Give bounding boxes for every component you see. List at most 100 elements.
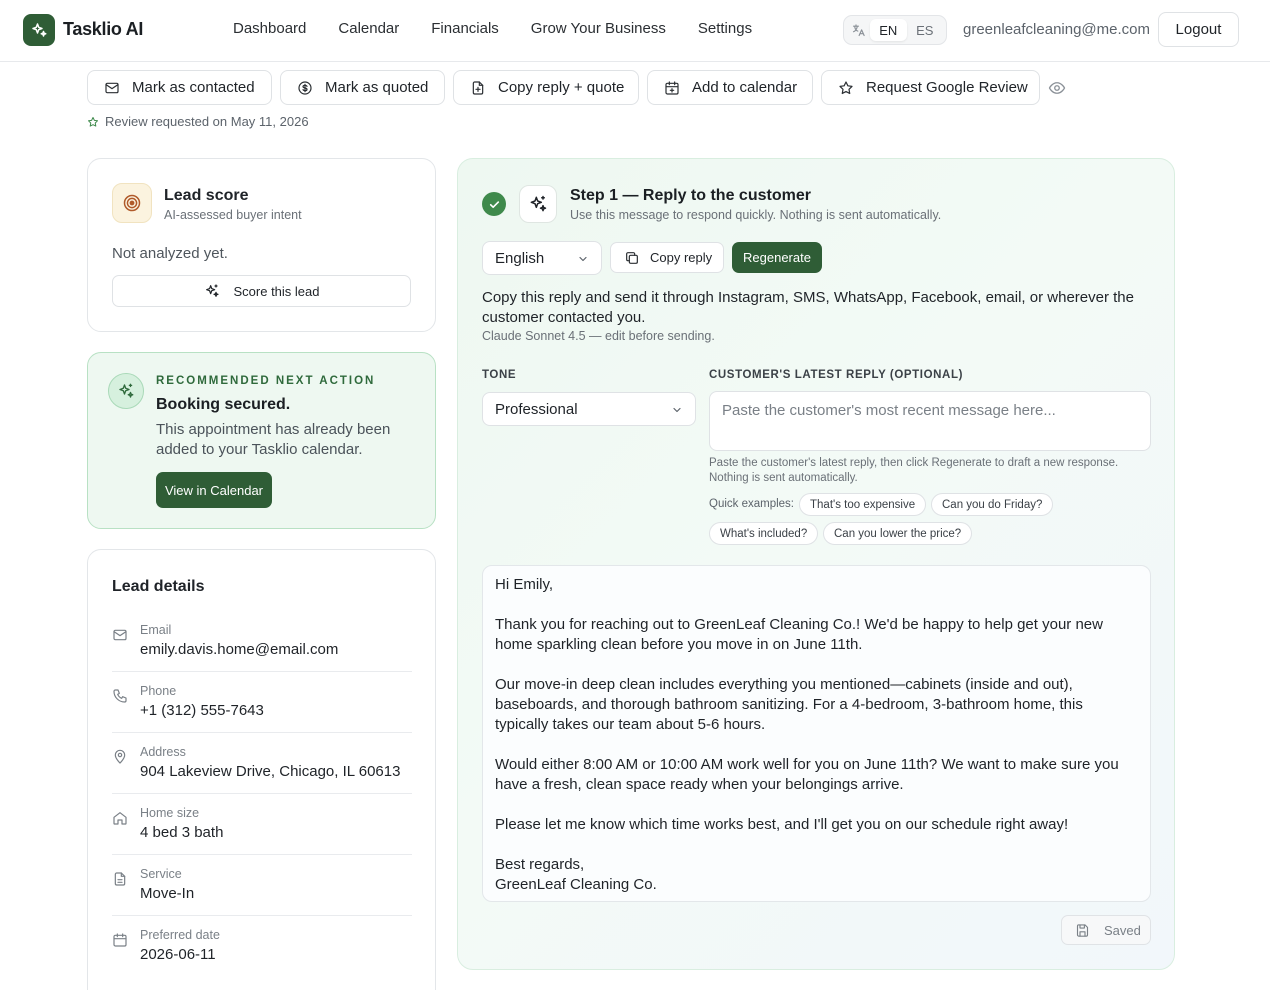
recommended-action-card: RECOMMENDED NEXT ACTION Booking secured.…: [87, 352, 436, 529]
customer-reply-label: CUSTOMER'S LATEST REPLY (OPTIONAL): [709, 369, 964, 381]
copy-reply-quote-label: Copy reply + quote: [498, 79, 625, 96]
add-to-calendar-label: Add to calendar: [692, 79, 798, 96]
logo-icon[interactable]: [23, 14, 55, 46]
draft-line: Best regards,: [495, 856, 585, 873]
view-in-calendar-button[interactable]: View in Calendar: [156, 472, 272, 508]
step-title: Step 1 — Reply to the customer: [570, 187, 811, 204]
brand-name[interactable]: Tasklio AI: [63, 19, 143, 40]
language-select-value: English: [495, 249, 545, 267]
review-requested-text: Review requested on May 11, 2026: [105, 114, 309, 129]
quick-example-chip[interactable]: Can you lower the price?: [823, 522, 973, 545]
save-icon: [1075, 923, 1090, 938]
detail-label: Email: [140, 623, 172, 637]
request-review-label: Request Google Review: [866, 79, 1028, 96]
sparkles-icon: [519, 185, 557, 223]
detail-home-size: Home size 4 bed 3 bath: [112, 794, 412, 855]
detail-email: Email emily.davis.home@email.com: [112, 611, 412, 672]
language-select[interactable]: English: [482, 241, 602, 275]
main-nav: Dashboard Calendar Financials Grow Your …: [233, 20, 784, 37]
file-icon: [112, 871, 128, 887]
add-to-calendar-button[interactable]: Add to calendar: [647, 70, 813, 105]
customer-reply-input[interactable]: Paste the customer's most recent message…: [709, 391, 1151, 451]
score-lead-label: Score this lead: [233, 283, 320, 299]
detail-value: 2026-06-11: [140, 946, 216, 963]
mark-quoted-label: Mark as quoted: [325, 79, 429, 96]
translate-icon: [847, 23, 870, 38]
draft-line: [495, 735, 1138, 755]
calendar-icon: [112, 932, 128, 948]
reply-instructions: Copy this reply and send it through Inst…: [482, 289, 1134, 326]
eye-icon[interactable]: [1048, 79, 1066, 97]
mark-contacted-button[interactable]: Mark as contacted: [87, 70, 272, 105]
nav-dashboard[interactable]: Dashboard: [233, 20, 306, 37]
lead-details-title: Lead details: [112, 578, 205, 595]
copy-reply-button[interactable]: Copy reply: [610, 242, 724, 273]
draft-line: [495, 835, 1138, 855]
quick-example-chip[interactable]: That's too expensive: [799, 493, 927, 516]
score-lead-button[interactable]: Score this lead: [112, 275, 411, 307]
copy-icon: [624, 250, 640, 266]
saved-label: Saved: [1104, 922, 1141, 938]
quick-example-chip[interactable]: What's included?: [709, 522, 819, 545]
lead-details-card: Lead details Email emily.davis.home@emai…: [87, 549, 436, 990]
language-es[interactable]: ES: [907, 19, 943, 41]
detail-label: Home size: [140, 806, 200, 820]
detail-value: 4 bed 3 bath: [140, 824, 224, 841]
reply-draft-textarea[interactable]: Hi Emily, Thank you for reaching out to …: [482, 565, 1151, 902]
small-star-icon: [87, 116, 99, 128]
detail-value: 904 Lakeview Drive, Chicago, IL 60613: [140, 763, 401, 780]
recommended-kicker: RECOMMENDED NEXT ACTION: [156, 375, 376, 387]
detail-preferred-date: Preferred date 2026-06-11: [112, 916, 412, 977]
recommended-title: Booking secured.: [156, 396, 291, 413]
quick-example-chip[interactable]: Can you do Friday?: [931, 493, 1054, 516]
check-icon: [482, 192, 506, 216]
nav-calendar[interactable]: Calendar: [338, 20, 399, 37]
tone-label: TONE: [482, 369, 517, 381]
chevron-down-icon: [671, 404, 683, 416]
regenerate-button[interactable]: Regenerate: [732, 242, 822, 273]
nav-grow-your-business[interactable]: Grow Your Business: [531, 20, 666, 37]
language-en[interactable]: EN: [870, 19, 907, 41]
model-note: Claude Sonnet 4.5 — edit before sending.: [482, 329, 715, 343]
reply-panel: Step 1 — Reply to the customer Use this …: [457, 158, 1175, 970]
mark-contacted-label: Mark as contacted: [132, 79, 255, 96]
star-icon: [838, 80, 854, 96]
copy-reply-label: Copy reply: [650, 250, 713, 265]
copy-reply-quote-button[interactable]: Copy reply + quote: [453, 70, 639, 105]
file-plus-icon: [470, 80, 486, 96]
draft-line: Would either 8:00 AM or 10:00 AM work we…: [495, 756, 1119, 793]
sparkles-icon: [204, 283, 220, 299]
detail-value: emily.davis.home@email.com: [140, 641, 339, 658]
tone-select[interactable]: Professional: [482, 392, 696, 426]
detail-value: +1 (312) 555-7643: [140, 702, 264, 719]
detail-value: Move-In: [140, 885, 195, 902]
detail-label: Address: [140, 745, 186, 759]
draft-line: Please let me know which time works best…: [495, 816, 1069, 833]
detail-label: Phone: [140, 684, 177, 698]
lead-score-status: Not analyzed yet.: [112, 245, 228, 262]
request-review-button[interactable]: Request Google Review: [821, 70, 1040, 105]
draft-line: GreenLeaf Cleaning Co.: [495, 876, 657, 893]
nav-financials[interactable]: Financials: [431, 20, 499, 37]
detail-address: Address 904 Lakeview Drive, Chicago, IL …: [112, 733, 412, 794]
target-icon: [112, 183, 152, 223]
user-email: greenleafcleaning@me.com: [963, 21, 1150, 38]
calendar-plus-icon: [664, 80, 680, 96]
draft-line: Thank you for reaching out to GreenLeaf …: [495, 616, 1103, 653]
customer-reply-help: Paste the customer's latest reply, then …: [709, 457, 1119, 484]
recommended-text: This appointment has already been added …: [156, 421, 391, 458]
quick-examples-label: Quick examples:: [709, 498, 795, 510]
detail-phone: Phone +1 (312) 555-7643: [112, 672, 412, 733]
draft-line: Our move-in deep clean includes everythi…: [495, 676, 1083, 733]
lead-score-subtitle: AI-assessed buyer intent: [164, 208, 302, 222]
phone-icon: [112, 688, 128, 704]
mark-quoted-button[interactable]: Mark as quoted: [280, 70, 445, 105]
sparkles-icon: [108, 373, 144, 409]
nav-settings[interactable]: Settings: [698, 20, 752, 37]
detail-label: Service: [140, 867, 182, 881]
review-requested-note: Review requested on May 11, 2026: [87, 114, 309, 129]
tone-select-value: Professional: [495, 400, 578, 418]
map-pin-icon: [112, 749, 128, 765]
draft-line: [495, 595, 1138, 615]
logout-button[interactable]: Logout: [1158, 12, 1239, 47]
